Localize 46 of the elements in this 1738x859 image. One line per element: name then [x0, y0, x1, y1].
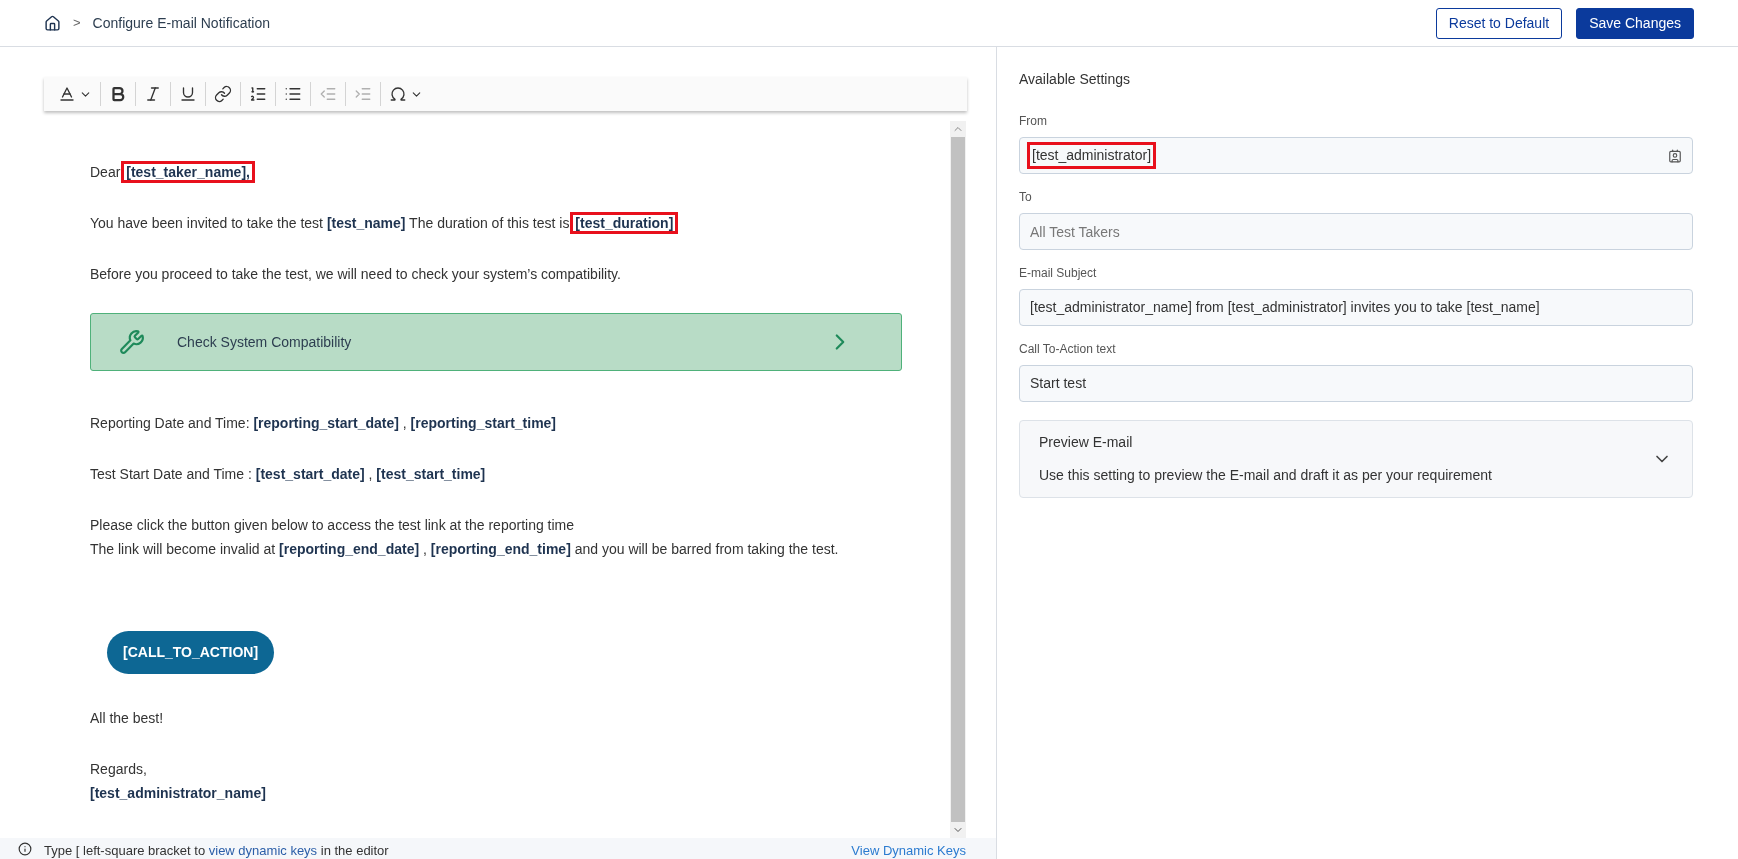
email-paragraph: All the best! [90, 709, 165, 728]
dynamic-keys-link[interactable]: view dynamic keys [208, 843, 318, 858]
field-label: E-mail Subject [1019, 265, 1098, 282]
italic-icon [144, 85, 162, 103]
settings-title: Available Settings [1019, 70, 1132, 89]
bullet-list-icon [284, 85, 302, 103]
email-paragraph: The link will become invalid at [reporting_end_date] , [reporting_end_time] and you will be barred from taking the test. [90, 540, 840, 559]
breadcrumb-separator: > [73, 14, 81, 33]
input-field[interactable]: All Test Takers [1019, 213, 1693, 250]
outdent-icon [319, 85, 337, 103]
field-label: Call To-Action text [1019, 341, 1117, 358]
input-field[interactable]: [test_administrator_name] from [test_administrator] invites you to take [test_name] [1019, 289, 1693, 326]
breadcrumb-current: Configure E-mail Notification [92, 13, 270, 33]
numbered-list-icon [249, 85, 267, 103]
email-paragraph: Reporting Date and Time: [reporting_start_date] , [reporting_start_time] [90, 414, 558, 433]
preview-accordion[interactable]: Preview E-mail Use this setting to preview the E-mail and draft it as per your requirement [1019, 420, 1693, 498]
email-paragraph: Regards, [90, 760, 148, 779]
banner-label: Check System Compatibility [177, 332, 353, 352]
bold-icon [109, 85, 127, 103]
email-paragraph: You have been invited to take the test [test_name] The duration of this test is [test_duration] [90, 211, 950, 235]
compatibility-banner[interactable]: Check System Compatibility [90, 313, 902, 371]
input-field[interactable]: Start test [1019, 365, 1693, 402]
email-paragraph: Test Start Date and Time : [test_start_date] , [test_start_time] [90, 465, 487, 484]
preview-title: Preview E-mail [1039, 433, 1134, 452]
font-color-icon [58, 85, 76, 103]
info-icon [18, 842, 32, 856]
email-paragraph: [test_administrator_name] [90, 784, 267, 803]
home-icon[interactable] [44, 14, 61, 32]
email-paragraph: Please click the button given below to access the test link at the reporting time [90, 516, 576, 535]
editor-hint: Type [ left-square bracket to view dynamic keys in the editor [44, 842, 389, 859]
call-to-action-button[interactable]: [CALL_TO_ACTION] [107, 631, 275, 674]
underline-icon [179, 85, 197, 103]
preview-description: Use this setting to preview the E-mail and draft it as per your requirement [1039, 466, 1493, 485]
field-label: From [1019, 113, 1048, 130]
email-paragraph: Dear [test_taker_name], [90, 160, 950, 184]
indent-icon [354, 85, 372, 103]
save-button[interactable]: Save Changes [1576, 7, 1694, 39]
tools-icon [119, 329, 145, 355]
contact-card-icon[interactable] [1668, 148, 1682, 163]
email-paragraph: Before you proceed to take the test, we will need to check your system’s compatibility. [90, 265, 622, 284]
reset-button[interactable]: Reset to Default [1435, 7, 1563, 39]
link-icon [214, 85, 232, 103]
view-dynamic-keys-link[interactable]: View Dynamic Keys [851, 842, 966, 859]
field-label: To [1019, 189, 1033, 206]
sender-picker[interactable]: [test_administrator] [1019, 137, 1693, 174]
special-characters-icon [389, 85, 407, 103]
